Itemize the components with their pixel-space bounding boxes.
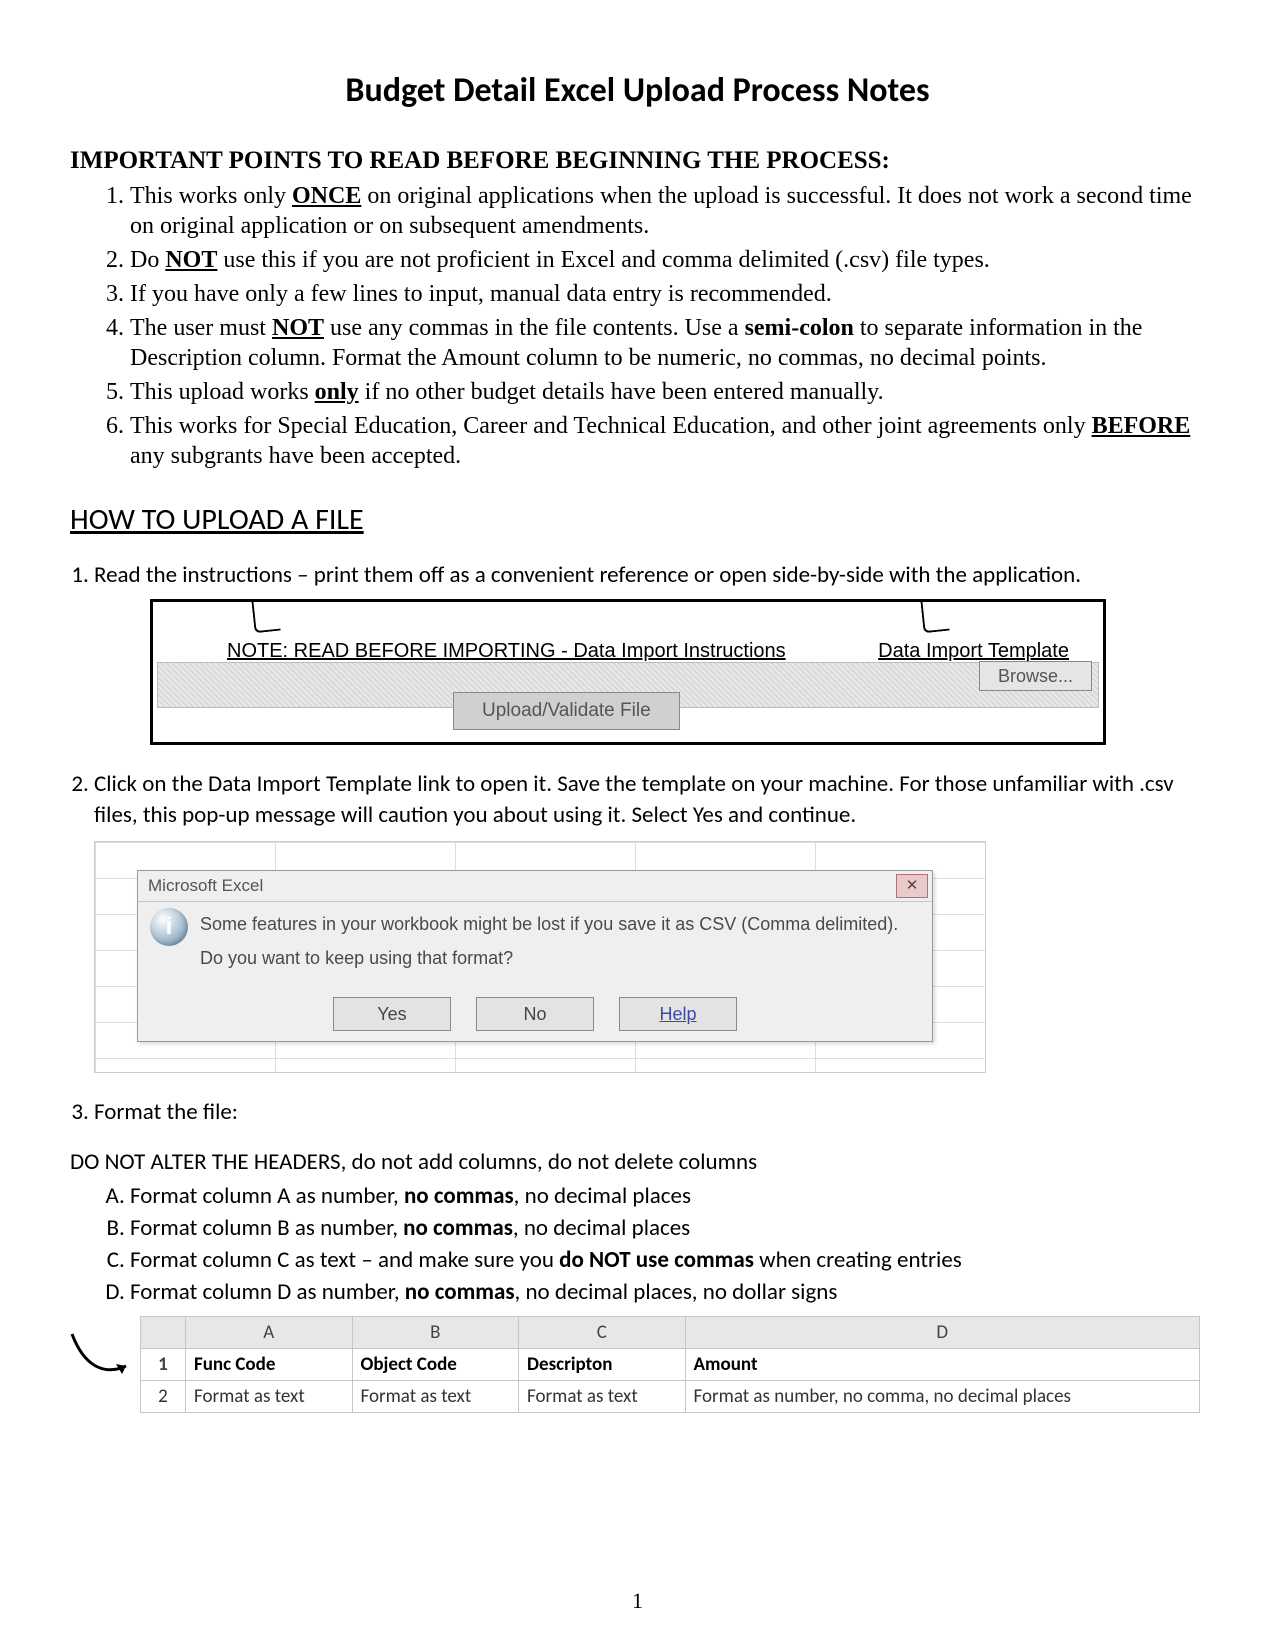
import-panel-figure: NOTE: READ BEFORE IMPORTING - Data Impor… [150,599,1106,745]
csv-warning-figure: Microsoft Excel ✕ i Some features in you… [94,841,986,1073]
cell: Format as text [186,1381,353,1413]
yes-button[interactable]: Yes [333,997,451,1031]
import-instructions-link[interactable]: NOTE: READ BEFORE IMPORTING - Data Impor… [227,638,786,665]
important-item: This works for Special Education, Career… [130,411,1205,471]
sub-item: Format column C as text – and make sure … [130,1246,1205,1274]
col-header: D [685,1317,1199,1349]
help-button[interactable]: Help [619,997,737,1031]
step-2: Click on the Data Import Template link t… [94,769,1205,1073]
upload-validate-button[interactable]: Upload/Validate File [453,692,680,730]
important-item: The user must NOT use any commas in the … [130,313,1205,373]
info-icon: i [150,908,188,946]
step-3-sublist: Format column A as number, no commas, no… [130,1182,1205,1306]
cell: Format as text [352,1381,519,1413]
dialog-line2: Do you want to keep using that format? [200,946,920,970]
cell: Descripton [519,1349,686,1381]
annotation-arrow-icon [922,600,948,632]
page-title: Budget Detail Excel Upload Process Notes [70,70,1205,111]
cell: Amount [685,1349,1199,1381]
page-number: 1 [0,1588,1275,1614]
dialog-title: Microsoft Excel ✕ [138,871,932,902]
col-header: A [186,1317,353,1349]
sub-item: Format column A as number, no commas, no… [130,1182,1205,1210]
close-icon[interactable]: ✕ [896,874,928,898]
cell: Object Code [352,1349,519,1381]
row-header: 2 [141,1381,186,1413]
excel-dialog: Microsoft Excel ✕ i Some features in you… [137,870,933,1042]
row-header: 1 [141,1349,186,1381]
important-item: This works only ONCE on original applica… [130,181,1205,241]
step-3: Format the file: [94,1097,1205,1128]
select-all-corner [141,1317,186,1349]
template-columns-figure: A B C D 1 Func Code Object Code Descript… [70,1316,1205,1413]
no-button[interactable]: No [476,997,594,1031]
important-item: If you have only a few lines to input, m… [130,279,1205,309]
browse-button[interactable]: Browse... [979,661,1092,691]
cell: Func Code [186,1349,353,1381]
template-table: A B C D 1 Func Code Object Code Descript… [140,1316,1200,1413]
annotation-arrow-icon [253,600,279,632]
howto-header: HOW TO UPLOAD A FILE [70,501,1205,538]
important-header: IMPORTANT POINTS TO READ BEFORE BEGINNIN… [70,147,1205,175]
dialog-line1: Some features in your workbook might be … [200,912,920,936]
step-3-preamble: DO NOT ALTER THE HEADERS, do not add col… [70,1148,1205,1176]
important-item: Do NOT use this if you are not proficien… [130,245,1205,275]
sub-item: Format column B as number, no commas, no… [130,1214,1205,1242]
sub-item: Format column D as number, no commas, no… [130,1278,1205,1306]
step-1: Read the instructions – print them off a… [94,560,1205,745]
steps-list: Read the instructions – print them off a… [94,560,1205,1128]
important-item: This upload works only if no other budge… [130,377,1205,407]
cell: Format as text [519,1381,686,1413]
col-header: C [519,1317,686,1349]
cell: Format as number, no comma, no decimal p… [685,1381,1199,1413]
annotation-arrow-icon [64,1326,134,1386]
col-header: B [352,1317,519,1349]
important-list: This works only ONCE on original applica… [130,181,1205,471]
